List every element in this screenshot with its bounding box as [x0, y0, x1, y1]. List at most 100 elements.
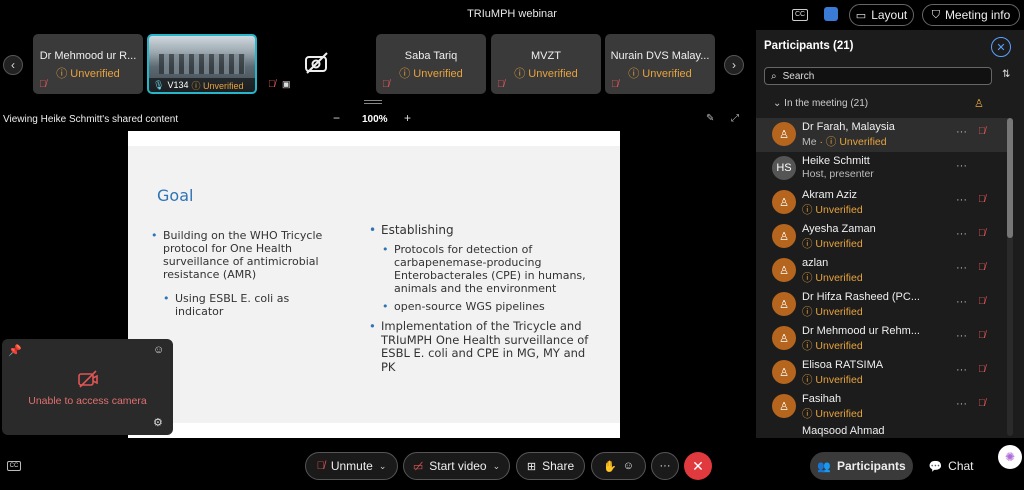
- share-icon: ⊞: [526, 460, 537, 473]
- participant-row[interactable]: ♙ Dr Mehmood ur Rehm... ⓘ Unverified ···…: [756, 322, 1008, 356]
- shield-icon: ⛉: [931, 8, 940, 21]
- settings-icon[interactable]: ⚙: [153, 416, 163, 429]
- scrollbar-thumb[interactable]: [1007, 118, 1013, 238]
- zoom-in-button[interactable]: +: [404, 111, 411, 125]
- background-icon[interactable]: ☺: [153, 344, 164, 356]
- participants-button[interactable]: 👥 Participants: [810, 452, 913, 480]
- chat-icon: 💬: [928, 460, 943, 473]
- screen-share-icon: ▣: [282, 79, 291, 89]
- camera-off-icon: ▭̸: [412, 460, 424, 473]
- notes-icon[interactable]: [824, 7, 838, 21]
- search-icon: ⌕: [771, 70, 777, 82]
- mic-off-icon[interactable]: 🎙̸: [978, 126, 986, 137]
- video-tile[interactable]: Saba Tariq ⓘ Unverified 🎙̸: [376, 34, 486, 94]
- avatar: ♙: [772, 394, 796, 418]
- annotate-icon[interactable]: ✎: [706, 113, 714, 124]
- participant-row[interactable]: Maqsood Ahmad: [756, 422, 1008, 438]
- participant-row[interactable]: ♙ Dr Hifza Rasheed (PC... ⓘ Unverified ·…: [756, 288, 1008, 322]
- camera-off-icon: [78, 370, 98, 388]
- participant-row[interactable]: ♙ Akram Aziz ⓘ Unverified ··· 🎙̸: [756, 186, 1008, 220]
- search-input[interactable]: ⌕ Search: [764, 67, 992, 85]
- top-bar: TRIuMPH webinar CC ▭ Layout ⛉ Meeting in…: [0, 0, 1024, 30]
- resize-handle[interactable]: [364, 100, 382, 104]
- more-icon: ···: [659, 460, 671, 472]
- video-tile[interactable]: Nurain DVS Malay... ⓘ Unverified 🎙̸: [605, 34, 715, 94]
- video-tile[interactable]: Dr Mehmood ur R... ⓘ Unverified 🎙̸: [33, 34, 143, 94]
- chat-button[interactable]: 💬 Chat: [920, 452, 982, 480]
- video-tile[interactable]: 🎙̸ ▣: [262, 34, 372, 94]
- more-icon[interactable]: ···: [956, 296, 967, 308]
- zoom-out-button[interactable]: −: [333, 111, 340, 125]
- pin-icon[interactable]: 📌: [8, 344, 22, 357]
- mic-off-icon: 🎙̸: [382, 79, 390, 90]
- people-icon: 👥: [817, 460, 831, 473]
- slide-title: Goal: [157, 186, 194, 205]
- avatar: ♙: [772, 360, 796, 384]
- mic-off-icon[interactable]: 🎙̸: [978, 296, 986, 307]
- meeting-info-button[interactable]: ⛉ Meeting info: [922, 4, 1020, 26]
- slide-bullet: • Building on the WHO Tricycle protocol f…: [151, 229, 323, 281]
- avatar: HS: [772, 156, 796, 180]
- cc-icon[interactable]: CC: [792, 9, 808, 21]
- slide-sub-bullet: • open-source WGS pipelines: [382, 300, 545, 313]
- mic-off-icon: 🎙̸: [39, 79, 47, 90]
- slide-sub-bullet: • Protocols for detection of carbapenemas…: [382, 243, 586, 295]
- tiles-next-button[interactable]: ›: [724, 55, 744, 75]
- more-icon[interactable]: ···: [956, 126, 967, 138]
- participant-row[interactable]: ♙ azlan ⓘ Unverified ··· 🎙̸: [756, 254, 1008, 288]
- participant-row[interactable]: ♙ Elisoa RATSIMA ⓘ Unverified ··· 🎙̸: [756, 356, 1008, 390]
- participant-row[interactable]: ♙ Ayesha Zaman ⓘ Unverified ··· 🎙̸: [756, 220, 1008, 254]
- share-button[interactable]: ⊞ Share: [516, 452, 585, 480]
- video-tile[interactable]: MVZT ⓘ Unverified 🎙̸: [491, 34, 601, 94]
- more-icon[interactable]: ···: [956, 228, 967, 240]
- participant-row[interactable]: HS Heike Schmitt Host, presenter ···: [756, 152, 1008, 186]
- shared-slide: Goal • Building on the WHO Tricycle proto…: [128, 131, 620, 438]
- participants-panel: Participants (21) ✕ ⌕ Search ⇅ ⌄ In the …: [756, 30, 1024, 438]
- scrollbar[interactable]: [1007, 118, 1013, 436]
- sort-icon[interactable]: ⇅: [1002, 69, 1010, 80]
- participant-row[interactable]: ♙ Fasihah ⓘ Unverified ··· 🎙̸: [756, 390, 1008, 424]
- self-view[interactable]: 📌 ☺ Unable to access camera ⚙: [2, 339, 173, 435]
- more-icon[interactable]: ···: [956, 194, 967, 206]
- fullscreen-icon[interactable]: ⤢: [731, 113, 739, 124]
- close-icon[interactable]: ✕: [991, 37, 1011, 57]
- zoom-level: 100%: [362, 114, 388, 125]
- layout-button[interactable]: ▭ Layout: [849, 4, 914, 26]
- more-icon[interactable]: ···: [956, 330, 967, 342]
- avatar: ♙: [772, 258, 796, 282]
- panel-title: Participants (21): [764, 40, 854, 52]
- section-header[interactable]: ⌄ In the meeting (21): [773, 98, 868, 109]
- start-video-button[interactable]: ▭̸ Start video ⌄: [403, 452, 510, 480]
- slide-bullet: • Establishing: [369, 223, 454, 237]
- more-icon[interactable]: ···: [956, 262, 967, 274]
- avatar: ♙: [772, 292, 796, 316]
- more-icon[interactable]: ···: [956, 160, 967, 172]
- leave-meeting-button[interactable]: ✕: [684, 452, 712, 480]
- mic-off-icon[interactable]: 🎙̸: [978, 262, 986, 273]
- more-icon[interactable]: ···: [956, 398, 967, 410]
- reactions-button[interactable]: ✋ ☺: [591, 452, 646, 480]
- mic-off-icon[interactable]: 🎙̸: [978, 364, 986, 375]
- mic-off-icon[interactable]: 🎙̸: [978, 398, 986, 409]
- ai-assistant-icon[interactable]: ✺: [998, 445, 1022, 469]
- avatar: ♙: [772, 122, 796, 146]
- video-tile-active[interactable]: 🎙 V134 ⓘ Unverified: [147, 34, 257, 94]
- mic-off-icon[interactable]: 🎙̸: [978, 194, 986, 205]
- admit-icon[interactable]: ♙: [974, 97, 984, 110]
- cc-button[interactable]: CC: [7, 461, 21, 471]
- more-options-button[interactable]: ···: [651, 452, 679, 480]
- hand-icon: ✋: [603, 460, 617, 473]
- chevron-down-icon: ⌄: [492, 460, 501, 471]
- chevron-down-icon: ⌄: [378, 460, 387, 471]
- mic-off-icon: 🎙̸: [268, 79, 276, 90]
- tiles-prev-button[interactable]: ‹: [3, 55, 23, 75]
- unmute-button[interactable]: 🎙̸ Unmute ⌄: [305, 452, 398, 480]
- more-icon[interactable]: ···: [956, 364, 967, 376]
- avatar: ♙: [772, 326, 796, 350]
- mic-off-icon: 🎙̸: [316, 460, 325, 472]
- mic-off-icon[interactable]: 🎙̸: [978, 330, 986, 341]
- participant-row[interactable]: ♙ Dr Farah, Malaysia Me · ⓘ Unverified ·…: [756, 118, 1008, 152]
- shared-content-label: Viewing Heike Schmitt's shared content: [3, 114, 179, 125]
- mic-icon: 🎙: [153, 79, 165, 90]
- mic-off-icon[interactable]: 🎙̸: [978, 228, 986, 239]
